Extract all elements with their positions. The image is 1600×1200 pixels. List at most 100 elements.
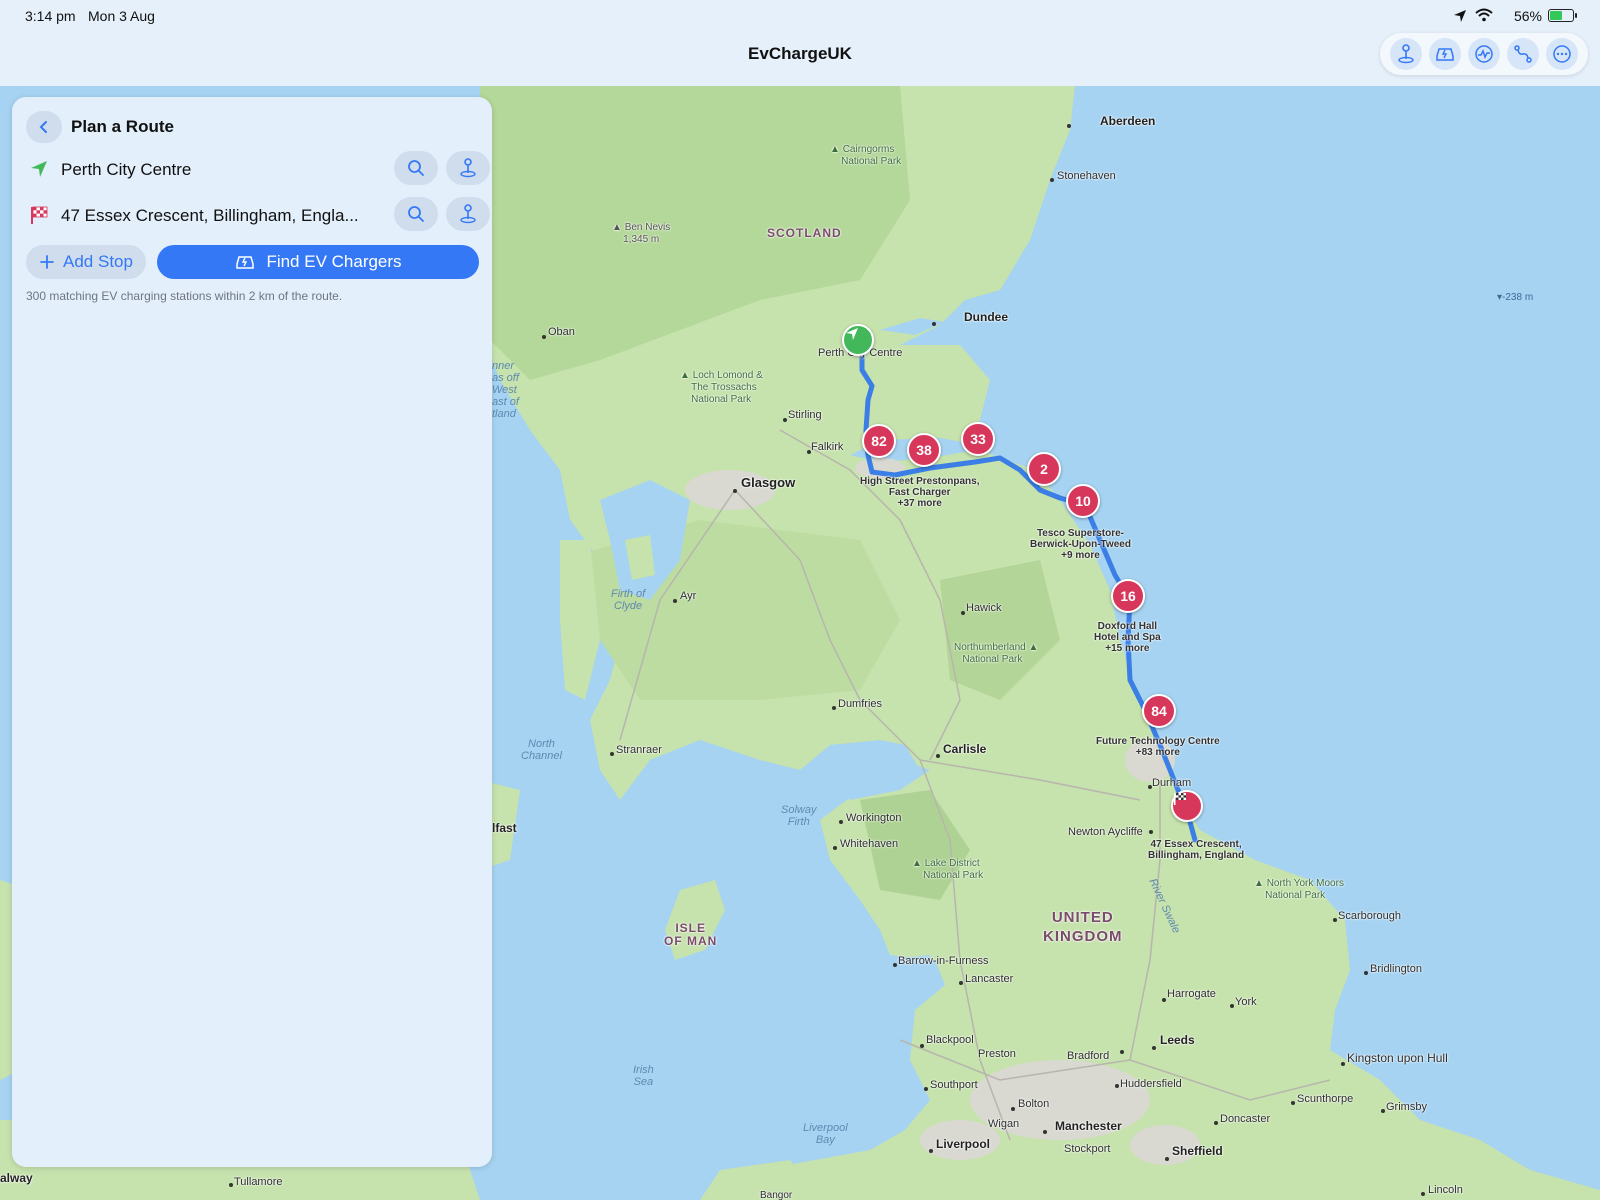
- find-ev-chargers-button[interactable]: Find EV Chargers: [157, 245, 479, 279]
- charger-label: High Street Prestonpans, Fast Charger +37 …: [860, 476, 980, 509]
- map-label: lfast: [492, 821, 517, 835]
- origin-text[interactable]: Perth City Centre: [61, 160, 361, 180]
- location-services-icon: [1453, 9, 1467, 28]
- status-time: 3:14 pm: [25, 8, 76, 24]
- map-label: Stonehaven: [1057, 170, 1116, 182]
- pin-icon: [460, 204, 476, 224]
- origin-search-button[interactable]: [394, 151, 438, 185]
- map-label: Huddersfield: [1120, 1078, 1182, 1090]
- activity-button[interactable]: [1467, 38, 1500, 70]
- peak-label: ▲ Ben Nevis 1,345 m: [612, 222, 671, 245]
- destination-pin-button[interactable]: [446, 197, 490, 231]
- map-label: York: [1235, 996, 1257, 1008]
- water-label: nner as off West ast of tland: [492, 360, 519, 420]
- map-label: Aberdeen: [1100, 114, 1156, 128]
- plus-icon: [40, 255, 54, 269]
- map-label: Workington: [846, 812, 902, 824]
- search-icon: [408, 206, 424, 222]
- map-label: Southport: [930, 1079, 978, 1091]
- origin-pin-button[interactable]: [446, 151, 490, 185]
- map-label: Preston: [978, 1048, 1016, 1060]
- map-label: Oban: [548, 326, 575, 338]
- map-label: Whitehaven: [840, 838, 899, 850]
- depth-label: ▾-238 m: [1497, 292, 1534, 303]
- map-label: Falkirk: [811, 441, 844, 453]
- map-label: Ayr: [680, 590, 697, 602]
- charger-cluster[interactable]: 84: [1142, 694, 1176, 728]
- map-label: Doncaster: [1220, 1113, 1271, 1125]
- map-label: Barrow-in-Furness: [898, 955, 989, 967]
- map-label: Newton Aycliffe: [1068, 826, 1143, 838]
- charger-cluster[interactable]: 33: [961, 422, 995, 456]
- battery-icon: [1548, 9, 1577, 22]
- location-arrow-icon: [26, 157, 52, 181]
- park-label: ▲ Loch Lomond & The Trossachs National P…: [680, 370, 763, 405]
- park-label: ▲ Cairngorms National Park: [830, 144, 902, 167]
- route-planner-panel: Plan a Route Perth City Centre 47 Essex …: [12, 97, 492, 1167]
- map-label: Tullamore: [234, 1176, 283, 1188]
- island-label: ISLE OF MAN: [664, 921, 718, 948]
- pin-button[interactable]: [1389, 38, 1422, 70]
- route-start-marker[interactable]: [842, 324, 874, 356]
- charger-cluster[interactable]: 16: [1111, 579, 1145, 613]
- water-label: Liverpool Bay: [803, 1122, 848, 1146]
- park-label: ▲ North York Moors National Park: [1254, 878, 1344, 901]
- map-label: Lancaster: [965, 973, 1014, 985]
- ev-car-button[interactable]: [1428, 38, 1461, 70]
- charger-cluster[interactable]: 38: [907, 433, 941, 467]
- map-label: Scunthorpe: [1297, 1093, 1354, 1105]
- map-label: Bangor: [760, 1190, 793, 1200]
- ev-car-icon: [1436, 48, 1454, 61]
- charger-label: Future Technology Centre +83 more: [1096, 736, 1220, 758]
- results-status: 300 matching EV charging stations within…: [26, 289, 343, 303]
- charger-label: Doxford Hall Hotel and Spa +15 more: [1094, 621, 1161, 654]
- map-label: alway: [0, 1171, 33, 1185]
- navigation-bar: 3:14 pm Mon 3 Aug 56% EvChargeUK: [0, 0, 1600, 86]
- destination-text[interactable]: 47 Essex Crescent, Billingham, Engla...: [61, 206, 361, 226]
- more-icon: [1553, 45, 1572, 63]
- charger-cluster[interactable]: 82: [862, 424, 896, 458]
- map-label: Stirling: [788, 409, 822, 421]
- map-label: Grimsby: [1386, 1101, 1427, 1113]
- destination-search-button[interactable]: [394, 197, 438, 231]
- add-stop-button[interactable]: Add Stop: [26, 245, 146, 279]
- route-end-marker[interactable]: [1171, 790, 1203, 822]
- map-label: Bolton: [1018, 1098, 1050, 1110]
- park-label: ▲ Lake District National Park: [912, 858, 984, 881]
- map-label: Carlisle: [943, 742, 987, 756]
- charger-cluster[interactable]: 2: [1027, 452, 1061, 486]
- water-label: Irish Sea: [633, 1064, 654, 1088]
- map-label: Harrogate: [1167, 988, 1216, 1000]
- panel-title: Plan a Route: [71, 117, 174, 136]
- battery-percent: 56%: [1513, 8, 1542, 24]
- app-title: EvChargeUK: [748, 44, 852, 63]
- pin-icon: [460, 158, 476, 178]
- chevron-left-icon: [39, 121, 47, 133]
- map-label: Scarborough: [1338, 910, 1401, 922]
- map-label: Bradford: [1067, 1050, 1110, 1062]
- map-label: Stockport: [1064, 1143, 1111, 1155]
- origin-field[interactable]: Perth City Centre: [26, 151, 490, 187]
- map-label: Hawick: [966, 602, 1002, 614]
- ev-car-icon: [236, 256, 255, 269]
- status-date: Mon 3 Aug: [88, 8, 155, 24]
- map-label: Glasgow: [741, 475, 796, 490]
- route-icon: [1514, 45, 1532, 63]
- charger-cluster[interactable]: 10: [1066, 484, 1100, 518]
- map-label: Durham: [1152, 777, 1192, 789]
- back-button[interactable]: [26, 111, 62, 143]
- route-button[interactable]: [1507, 38, 1540, 70]
- more-button[interactable]: [1546, 38, 1579, 70]
- map-label: Kingston upon Hull: [1347, 1051, 1448, 1065]
- water-label: North Channel: [521, 738, 562, 762]
- checkered-flag-icon: [26, 203, 52, 227]
- map-label: Liverpool: [936, 1137, 991, 1151]
- destination-field[interactable]: 47 Essex Crescent, Billingham, Engla...: [26, 197, 490, 233]
- activity-icon: [1475, 45, 1493, 63]
- pin-icon: [1397, 44, 1414, 64]
- wifi-icon: [1475, 8, 1493, 27]
- map-label: Stranraer: [616, 744, 662, 756]
- location-arrow-icon: [846, 328, 858, 340]
- find-ev-chargers-label: Find EV Chargers: [266, 252, 402, 271]
- map-label: Leeds: [1160, 1033, 1195, 1047]
